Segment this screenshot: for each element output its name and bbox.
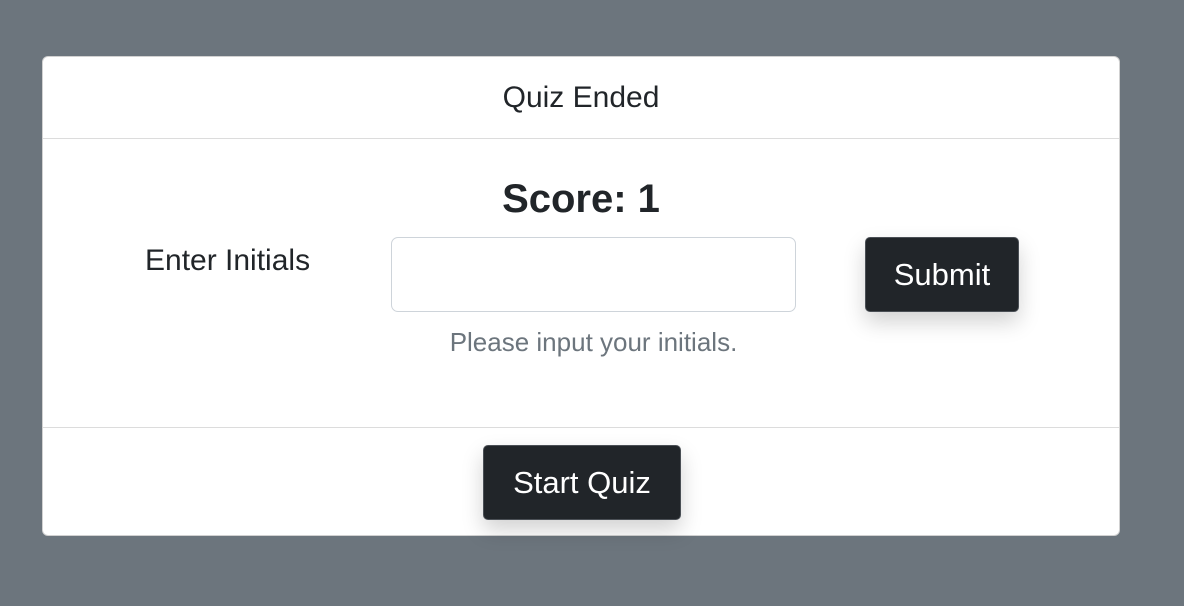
submit-button[interactable]: Submit xyxy=(865,237,1019,312)
score-text: Score: 1 xyxy=(502,177,660,221)
quiz-result-card: Quiz Ended Score: 1 Enter Initials Pleas… xyxy=(42,56,1120,536)
card-footer: Start Quiz xyxy=(43,427,1119,535)
initials-help-text: Please input your initials. xyxy=(449,327,738,357)
card-body: Score: 1 Enter Initials Please input you… xyxy=(43,139,1119,427)
initials-input[interactable] xyxy=(391,237,796,312)
initials-label: Enter Initials xyxy=(145,244,311,277)
card-header: Quiz Ended xyxy=(43,57,1119,139)
card-title: Quiz Ended xyxy=(502,80,660,114)
start-quiz-button[interactable]: Start Quiz xyxy=(483,445,681,520)
